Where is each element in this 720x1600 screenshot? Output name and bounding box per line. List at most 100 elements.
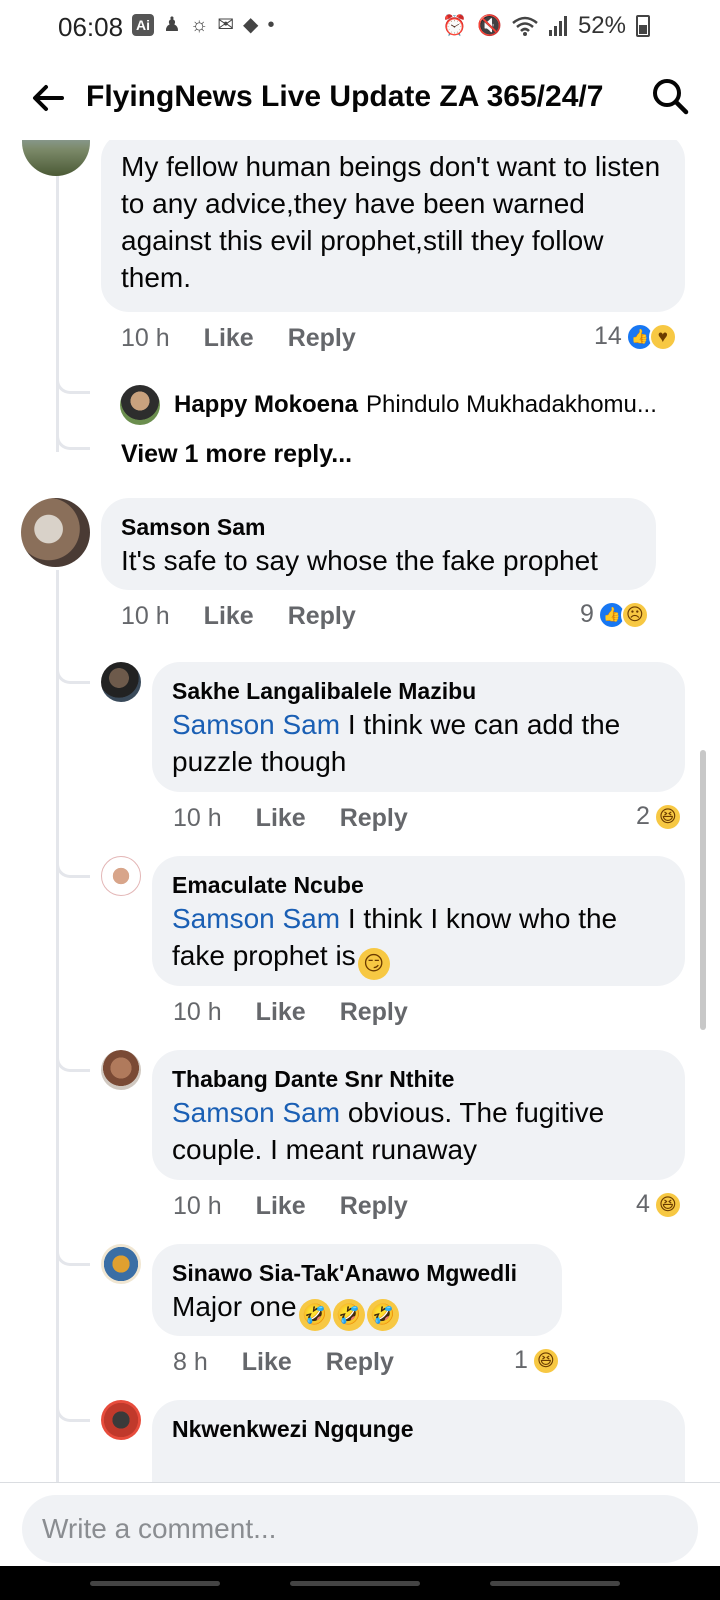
comment-time: 10 h [121,324,170,352]
reply-bubble[interactable]: Emaculate Ncube Samson Sam I think I kno… [152,856,685,986]
avatar[interactable] [101,1400,141,1440]
thread-line [56,570,59,1482]
reply-time: 8 h [173,1348,208,1376]
mention-link[interactable]: Samson Sam [172,903,340,934]
avatar[interactable] [101,662,141,702]
thread-branch [56,864,90,878]
thread-branch [56,436,90,450]
avatar[interactable] [21,498,90,567]
view-more-replies-link[interactable]: View 1 more reply... [121,440,352,469]
reply-actions: 8 h Like Reply [173,1348,428,1377]
reply-body: Major one [172,1291,297,1322]
nav-home-handle[interactable] [290,1581,420,1586]
thread-branch [56,1252,90,1266]
reply-author[interactable]: Emaculate Ncube [172,870,665,900]
haha-icon: 😆 [531,1346,560,1375]
reaction-count: 1 [514,1346,528,1374]
system-icons: ⏰ 🔇 52% [442,12,650,40]
comment-input[interactable] [22,1495,698,1563]
status-time: 06:08 [58,12,124,42]
avatar[interactable] [101,1244,141,1284]
page-header: FlyingNews Live Update ZA 365/24/7 [0,70,720,130]
comment-time: 10 h [121,602,170,630]
system-nav-bar [0,1566,720,1600]
reply-author[interactable]: Sinawo Sia-Tak'Anawo Mgwedli [172,1258,542,1288]
like-button[interactable]: Like [256,804,306,833]
like-button[interactable]: Like [242,1348,292,1377]
thread-branch [56,1058,90,1072]
avatar[interactable] [120,385,160,425]
reply-button[interactable]: Reply [326,1348,394,1377]
reaction-summary[interactable]: 14 👍 ♥ [594,322,677,351]
reply-actions: 10 h Like Reply [173,804,442,833]
reply-bubble[interactable]: Sakhe Langalibalele Mazibu Samson Sam I … [152,662,685,792]
comment-composer [0,1482,720,1566]
rofl-emoji: 🤣 [332,1299,365,1331]
reply-time: 10 h [173,804,222,832]
sad-icon: ☹ [620,600,649,629]
like-button[interactable]: Like [256,998,306,1027]
dot-icon: • [267,14,275,36]
reply-text: Samson Sam I think we can add the puzzle… [172,706,665,780]
gmail-icon: ✉ [217,14,235,36]
comment-bubble[interactable]: Samson Sam It's safe to say whose the fa… [101,498,656,590]
reply-text: Samson Sam I think I know who the fake p… [172,900,665,980]
reply-bubble[interactable]: Nkwenkwezi Ngqunge [152,1400,685,1482]
scrollbar[interactable] [700,750,706,1030]
battery-icon [636,15,650,37]
ai-icon: Ai [132,14,154,36]
reply-preview[interactable]: Happy Mokoena Phindulo Mukhadakhomu... [120,385,657,425]
mention-link[interactable]: Samson Sam [172,1097,340,1128]
reply-time: 10 h [173,998,222,1026]
reply-author[interactable]: Sakhe Langalibalele Mazibu [172,676,665,706]
person-icon: ♟ [163,14,181,36]
comment-text: My fellow human beings don't want to lis… [121,151,661,293]
reply-button[interactable]: Reply [340,804,408,833]
avatar[interactable] [22,140,90,176]
thread-branch [56,380,90,394]
reply-author[interactable]: Nkwenkwezi Ngqunge [172,1414,665,1444]
reply-button[interactable]: Reply [288,324,356,353]
thread-branch [56,670,90,684]
reaction-count: 4 [636,1190,650,1218]
nav-back-handle[interactable] [490,1581,620,1586]
reply-bubble[interactable]: Sinawo Sia-Tak'Anawo Mgwedli Major one 🤣 🤣… [152,1244,562,1336]
search-icon[interactable] [650,76,690,116]
care-icon: ♥ [648,322,677,351]
like-button[interactable]: Like [204,324,254,353]
reaction-summary[interactable]: 2 😆 [636,802,682,831]
reaction-summary[interactable]: 1 😆 [514,1346,560,1375]
back-arrow-icon[interactable] [28,78,68,118]
thread-branch [56,1408,90,1422]
avatar[interactable] [101,856,141,896]
reaction-summary[interactable]: 9 👍 ☹ [580,600,649,629]
reply-text: Major one 🤣 🤣 🤣 [172,1288,542,1331]
comment-text: It's safe to say whose the fake prophet [121,545,598,576]
avatar[interactable] [101,1050,141,1090]
mute-icon: 🔇 [477,15,502,37]
diamond-icon: ◆ [243,14,259,36]
comment-bubble[interactable]: My fellow human beings don't want to lis… [101,140,685,312]
reaction-count: 2 [636,802,650,830]
reply-snippet: Phindulo Mukhadakhomu... [366,391,657,418]
like-button[interactable]: Like [256,1192,306,1221]
reply-author[interactable]: Thabang Dante Snr Nthite [172,1064,665,1094]
like-button[interactable]: Like [204,602,254,631]
comment-list[interactable]: My fellow human beings don't want to lis… [0,140,720,1482]
reply-actions: 10 h Like Reply [173,998,442,1027]
comment-author[interactable]: Samson Sam [121,512,636,542]
reply-time: 10 h [173,1192,222,1220]
reply-button[interactable]: Reply [340,1192,408,1221]
rofl-emoji: 🤣 [298,1299,331,1331]
smirk-emoji: 😏 [357,948,390,980]
comment-actions: 10 h Like Reply [121,324,390,353]
mention-link[interactable]: Samson Sam [172,709,340,740]
rofl-emoji: 🤣 [366,1299,399,1331]
reply-bubble[interactable]: Thabang Dante Snr Nthite Samson Sam obvi… [152,1050,685,1180]
reply-button[interactable]: Reply [288,602,356,631]
reply-button[interactable]: Reply [340,998,408,1027]
haha-icon: 😆 [653,802,682,831]
nav-recents-handle[interactable] [90,1581,220,1586]
reaction-summary[interactable]: 4 😆 [636,1190,682,1219]
signal-icon [548,16,567,36]
